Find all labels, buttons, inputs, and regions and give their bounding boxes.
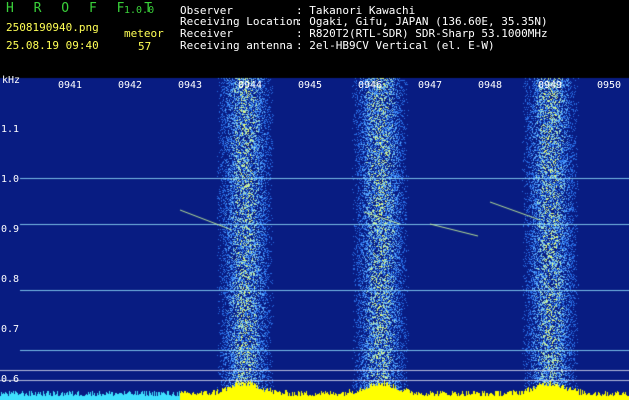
time-tick-label: 0950: [597, 80, 622, 91]
app-version: 1.0.0: [124, 5, 155, 16]
time-tick-label: 0944: [238, 80, 263, 91]
freq-unit-label: kHz: [2, 75, 21, 86]
time-tick-label: 0942: [118, 80, 143, 91]
freq-tick-label: 1.0: [1, 174, 20, 185]
freq-tick-label: 0.6: [1, 374, 20, 385]
meteor-count: 57: [138, 40, 152, 53]
time-tick-label: 0949: [538, 80, 563, 91]
freq-tick-label: 0.8: [1, 274, 20, 285]
spectrogram-canvas: [0, 74, 629, 400]
time-tick-label: 0945: [298, 80, 323, 91]
time-tick-label: 0941: [58, 80, 83, 91]
freq-tick-label: 0.9: [1, 224, 20, 235]
meteor-label: meteor: [124, 27, 164, 40]
capture-filename: 2508190940.png: [6, 21, 99, 34]
time-tick-label: 0943: [178, 80, 203, 91]
info-label-antenna: Receiving antenna: [180, 39, 293, 52]
freq-tick-label: 0.7: [1, 324, 20, 335]
header-panel: H R O F F T 1.0.0 2508190940.png meteor …: [0, 0, 629, 74]
time-tick-label: 0947: [418, 80, 443, 91]
capture-datetime: 25.08.19 09:40: [6, 39, 99, 52]
freq-tick-label: 1.1: [1, 124, 20, 135]
time-tick-label: 0946: [358, 80, 383, 91]
time-tick-label: 0948: [478, 80, 503, 91]
info-value-antenna: : 2el-HB9CV Vertical (el. E-W): [296, 39, 495, 52]
